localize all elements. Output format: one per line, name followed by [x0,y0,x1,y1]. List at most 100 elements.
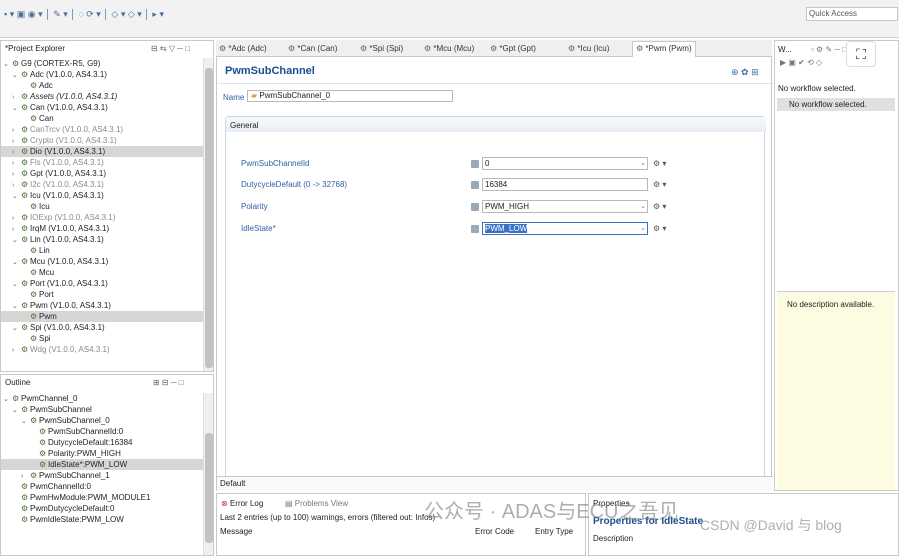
tree-item[interactable]: ⚙ Mcu [1,267,203,278]
editor-tab[interactable]: ⚙ *Adc (Adc) [219,42,267,56]
tree-item[interactable]: › ⚙ Dio (V1.0.0, AS4.3.1) [1,146,203,157]
general-section-title[interactable]: General [230,121,258,130]
field-action-icon[interactable]: ⚙ ▾ [653,159,666,168]
tree-item[interactable]: ⚙ Adc [1,80,203,91]
expand-toggle-icon[interactable]: › [12,345,21,355]
workflow-tab[interactable]: W... [778,45,792,54]
outline-scrollbar[interactable] [203,393,213,555]
pane-controls-icon[interactable]: ⊟ ⇆ ▽ ─ □ [151,44,190,53]
tree-item[interactable]: ⌄ ⚙ G9 (CORTEX-R5, G9) [1,58,203,69]
tree-item[interactable]: › ⚙ IOExp (V1.0.0, AS4.3.1) [1,212,203,223]
editor-tab[interactable]: ⚙ *Can (Can) [288,42,337,56]
tree-item[interactable]: ⚙ DutycycleDefault:16384 [1,437,203,448]
tree-item[interactable]: ⚙ PwmChannelId:0 [1,481,203,492]
tree-item[interactable]: ⌄ ⚙ Port (V1.0.0, AS4.3.1) [1,278,203,289]
expand-toggle-icon[interactable]: › [12,147,21,157]
tree-item[interactable]: ⚙ PwmIdleState:PWM_LOW [1,514,203,525]
editor-header-icons[interactable]: ⊕ ✿ ⊞ [731,67,759,78]
properties-description-col[interactable]: Description [593,534,633,543]
editor-tab[interactable]: ⚙ *Pwm (Pwm) [632,41,696,57]
expand-toggle-icon[interactable]: › [12,92,21,102]
tree-item[interactable]: › ⚙ Gpt (V1.0.0, AS4.3.1) [1,168,203,179]
tree-item[interactable]: › ⚙ PwmSubChannel_1 [1,470,203,481]
tree-item[interactable]: ⚙ Icu [1,201,203,212]
default-tab[interactable]: Default [220,479,245,488]
tree-item[interactable]: › ⚙ CanTrcv (V1.0.0, AS4.3.1) [1,124,203,135]
chevron-down-icon[interactable]: ⌄ [640,223,646,234]
expand-toggle-icon[interactable]: ⌄ [3,59,12,69]
tree-item[interactable]: › ⚙ Crypto (V1.0.0, AS4.3.1) [1,135,203,146]
tree-item[interactable]: ⚙ Polarity:PWM_HIGH [1,448,203,459]
quick-access-input[interactable]: Quick Access [806,7,898,21]
scroll-thumb[interactable] [205,68,213,368]
tree-item[interactable]: › ⚙ I2c (V1.0.0, AS4.3.1) [1,179,203,190]
tree-item[interactable]: ⚙ PwmHwModule:PWM_MODULE1 [1,492,203,503]
tree-item[interactable]: › ⚙ IrqM (V1.0.0, AS4.3.1) [1,223,203,234]
workflow-actions-icons[interactable]: ▶ ▣ ✔ ⟲ ◇ [780,58,822,67]
column-message[interactable]: Message [220,527,252,536]
tree-item[interactable]: ⌄ ⚙ PwmChannel_0 [1,393,203,404]
tree-item[interactable]: › ⚙ Wdg (V1.0.0, AS4.3.1) [1,344,203,355]
tree-item[interactable]: ⚙ Pwm [1,311,203,322]
expand-toggle-icon[interactable]: ⌄ [12,301,21,311]
tree-item[interactable]: ⌄ ⚙ Icu (V1.0.0, AS4.3.1) [1,190,203,201]
field-action-icon[interactable]: ⚙ ▾ [653,202,666,211]
scroll-thumb[interactable] [205,433,213,543]
field-action-icon[interactable]: ⚙ ▾ [653,180,666,189]
expand-toggle-icon[interactable]: ⌄ [21,416,30,426]
expand-toggle-icon[interactable]: ⌄ [12,279,21,289]
field-select[interactable]: PWM_HIGH ⌄ [482,200,648,213]
tree-item[interactable]: ⌄ ⚙ Pwm (V1.0.0, AS4.3.1) [1,300,203,311]
editor-tab[interactable]: ⚙ *Gpt (Gpt) [490,42,536,56]
field-select[interactable]: PWM_LOW ⌄ [482,222,648,235]
expand-toggle-icon[interactable]: › [12,180,21,190]
editor-tab[interactable]: ⚙ *Mcu (Mcu) [424,42,474,56]
outline-controls-icon[interactable]: ⊞ ⊟ ─ □ [153,378,184,387]
tree-item[interactable]: › ⚙ Assets (V1.0.0, AS4.3.1) [1,91,203,102]
tree-item[interactable]: ⌄ ⚙ Spi (V1.0.0, AS4.3.1) [1,322,203,333]
expand-toggle-icon[interactable]: › [12,158,21,168]
field-select[interactable]: 0 ⌄ [482,157,648,170]
workflow-list-item[interactable]: No workflow selected. [777,98,895,111]
field-input[interactable]: 16384 [482,178,648,191]
expand-toggle-icon[interactable]: ⌄ [12,235,21,245]
tree-item[interactable]: ⚙ Lin [1,245,203,256]
toolbar-icons[interactable]: ▪ ▾ ▣ ◉ ▾ │ ✎ ▾ │ ◌ ⟳ ▾ │ ◇ ▾ ◇ ▾ │ ▸ ▾ [4,9,164,20]
tree-item[interactable]: ⌄ ⚙ PwmSubChannel_0 [1,415,203,426]
column-entry-type[interactable]: Entry Type [535,527,573,536]
name-input[interactable]: ▰ PwmSubChannel_0 [247,90,453,102]
expand-toggle-icon[interactable]: ⌄ [12,103,21,113]
expand-toggle-icon[interactable]: ⌄ [3,394,12,404]
tree-item[interactable]: ⚙ Port [1,289,203,300]
expand-toggle-icon[interactable]: ⌄ [12,70,21,80]
tree-item[interactable]: ⚙ Can [1,113,203,124]
project-explorer-tab[interactable]: *Project Explorer [1,41,70,57]
expand-toggle-icon[interactable]: ⌄ [12,405,21,415]
expand-toggle-icon[interactable]: ⌄ [12,257,21,267]
project-scrollbar[interactable] [203,58,213,371]
tree-item[interactable]: ⌄ ⚙ Lin (V1.0.0, AS4.3.1) [1,234,203,245]
expand-toggle-icon[interactable]: › [12,224,21,234]
expand-toggle-icon[interactable]: › [12,213,21,223]
expand-toggle-icon[interactable]: ⌄ [12,191,21,201]
chevron-down-icon[interactable]: ⌄ [640,201,646,212]
expand-toggle-icon[interactable]: › [21,471,30,481]
outline-tab[interactable]: Outline [1,375,34,391]
tree-item[interactable]: ⌄ ⚙ Mcu (V1.0.0, AS4.3.1) [1,256,203,267]
tree-item[interactable]: ⌄ ⚙ Adc (V1.0.0, AS4.3.1) [1,69,203,80]
expand-toggle-icon[interactable]: › [12,125,21,135]
tree-item[interactable]: › ⚙ Fls (V1.0.0, AS4.3.1) [1,157,203,168]
error-log-tab[interactable]: ⊗ Error Log [221,499,263,508]
expand-toggle-icon[interactable]: › [12,169,21,179]
problems-tab[interactable]: ▤ Problems View [285,499,348,508]
column-error-code[interactable]: Error Code [475,527,514,536]
tree-item[interactable]: ⚙ Spi [1,333,203,344]
tree-item[interactable]: ⌄ ⚙ PwmSubChannel [1,404,203,415]
tree-item[interactable]: ⚙ PwmSubChannelId:0 [1,426,203,437]
editor-tab[interactable]: ⚙ *Icu (Icu) [568,42,609,56]
screenshot-scan-icon[interactable]: ⛶ [846,41,876,67]
tree-item[interactable]: ⌄ ⚙ Can (V1.0.0, AS4.3.1) [1,102,203,113]
editor-tab[interactable]: ⚙ *Spi (Spi) [360,42,403,56]
field-action-icon[interactable]: ⚙ ▾ [653,224,666,233]
chevron-down-icon[interactable]: ⌄ [640,158,646,169]
